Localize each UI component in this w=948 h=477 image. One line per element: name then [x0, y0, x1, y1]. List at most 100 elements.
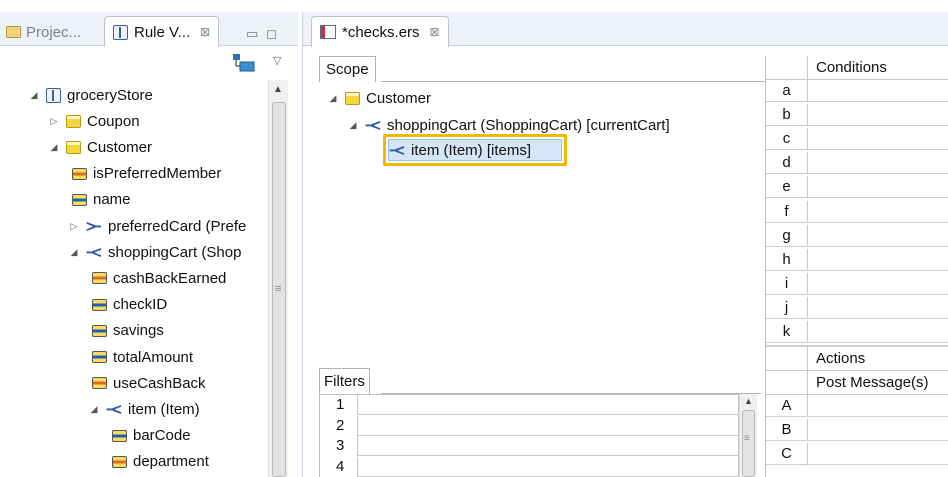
tree-node-label: barCode: [133, 427, 191, 445]
vocabulary-tree-node[interactable]: department: [112, 450, 209, 474]
condition-row[interactable]: e: [766, 176, 948, 199]
attribute-blue-icon: [92, 324, 107, 337]
scrollbar-thumb[interactable]: ≡: [742, 410, 755, 477]
filter-row[interactable]: 3: [320, 436, 740, 456]
tab-checks-ers[interactable]: *checks.ers ⊠: [311, 16, 449, 47]
filters-grid: 1234: [319, 394, 740, 477]
vocabulary-tree-node[interactable]: totalAmount: [92, 345, 193, 369]
action-row[interactable]: C: [766, 443, 948, 465]
tree-scrollbar[interactable]: ▲ ≡: [268, 80, 288, 477]
tab-rule-vocabulary-label: Rule V...: [134, 23, 191, 41]
filter-row-number: 3: [320, 436, 358, 456]
scope-node-selected[interactable]: −< item (Item) [items]: [389, 138, 531, 162]
vocabulary-tree-node[interactable]: ◢ Customer: [48, 135, 153, 159]
action-row-label: A: [766, 395, 808, 417]
tree-node-label: groceryStore: [67, 86, 153, 104]
filters-scrollbar[interactable]: ▲ ≡: [739, 394, 757, 477]
condition-row[interactable]: c: [766, 128, 948, 151]
expanded-triangle-icon[interactable]: ◢: [28, 90, 40, 101]
filters-tab[interactable]: Filters: [319, 368, 370, 394]
action-row-label: B: [766, 419, 808, 441]
collapsed-triangle-icon[interactable]: ▷: [48, 116, 60, 127]
action-row[interactable]: A: [766, 395, 948, 417]
attribute-orange-icon: [112, 455, 127, 468]
rule-vocabulary-panel: Projec... Rule V... ⊠ ▭ ◻ ▽ ◢ groceryStor…: [0, 0, 298, 477]
vocabulary-tree-node[interactable]: checkID: [92, 293, 167, 317]
attribute-orange-icon: [92, 272, 107, 285]
vocabulary-tree-node[interactable]: ◢ −< item (Item): [88, 397, 200, 421]
tree-node-label: department: [133, 453, 209, 471]
filter-row-number: 4: [320, 456, 358, 477]
close-icon[interactable]: ⊠: [200, 25, 210, 39]
condition-row[interactable]: k: [766, 321, 948, 343]
vocabulary-tree-node[interactable]: cashBackEarned: [92, 266, 226, 290]
vocabulary-tree-node[interactable]: ▷ >− preferredCard (Prefe: [68, 214, 247, 238]
vocabulary-tree-node[interactable]: ◢ groceryStore: [28, 83, 153, 107]
view-menu-icon[interactable]: ▽: [273, 54, 281, 67]
tree-node-label: preferredCard (Prefe: [108, 217, 247, 235]
close-icon[interactable]: ⊠: [430, 25, 440, 39]
tab-project-explorer[interactable]: Projec...: [6, 18, 81, 46]
association-many-icon: −<: [86, 242, 102, 262]
condition-row[interactable]: i: [766, 272, 948, 295]
editor-tab-bar: *checks.ers ⊠: [303, 12, 948, 47]
scrollbar-grip-icon: ≡: [275, 283, 282, 295]
condition-row[interactable]: a: [766, 80, 948, 102]
tab-project-label: Projec...: [26, 23, 82, 41]
conditions-actions-grid: Conditions abcdefghijk Actions Post Mess…: [765, 56, 948, 477]
scrollbar-grip-icon: ≡: [744, 433, 750, 444]
scope-node[interactable]: ◢ −< shoppingCart (ShoppingCart) [currentC…: [347, 113, 670, 137]
expanded-triangle-icon[interactable]: ◢: [327, 93, 339, 104]
scope-tab[interactable]: Scope: [319, 56, 376, 82]
filter-row[interactable]: 2: [320, 415, 740, 436]
tab-rule-vocabulary[interactable]: Rule V... ⊠: [104, 16, 220, 47]
condition-row-label: b: [766, 104, 808, 127]
association-many-icon: −<: [389, 140, 405, 160]
post-messages-header: Post Message(s): [808, 371, 948, 395]
condition-row[interactable]: g: [766, 224, 948, 247]
association-one-icon: >−: [86, 216, 102, 236]
condition-row-label: j: [766, 296, 808, 319]
vocabulary-tree-node[interactable]: isPreferredMember: [72, 162, 221, 186]
attribute-blue-icon: [112, 429, 127, 442]
condition-row[interactable]: h: [766, 248, 948, 271]
expanded-triangle-icon[interactable]: ◢: [48, 142, 60, 153]
vocabulary-tree-node[interactable]: useCashBack: [92, 371, 206, 395]
condition-row-label: f: [766, 200, 808, 223]
condition-row[interactable]: d: [766, 152, 948, 175]
vocabulary-tree-node[interactable]: ◢ −< shoppingCart (Shop: [68, 240, 242, 264]
expanded-triangle-icon[interactable]: ◢: [88, 404, 100, 415]
condition-row[interactable]: b: [766, 104, 948, 127]
scroll-up-arrow-icon[interactable]: ▲: [273, 84, 283, 95]
rulesheet-editor: *checks.ers ⊠ Scope ◢ Customer ◢ −< shopping…: [302, 12, 948, 477]
grid-corner-cell: [766, 347, 808, 371]
vocabulary-tree-node[interactable]: name: [72, 188, 131, 212]
action-row[interactable]: B: [766, 419, 948, 441]
maximize-icon[interactable]: ◻: [266, 26, 277, 42]
vocabulary-tree-node[interactable]: savings: [92, 319, 164, 343]
vocabulary-tree-node[interactable]: barCode: [112, 424, 191, 448]
filter-row[interactable]: 4: [320, 456, 740, 477]
scroll-up-arrow-icon[interactable]: ▲: [744, 396, 753, 406]
condition-row-label: k: [766, 321, 808, 343]
editor-tab-label: *checks.ers: [342, 23, 420, 41]
vocabulary-icon: [46, 87, 61, 103]
scrollbar-thumb[interactable]: ≡: [272, 102, 286, 477]
filter-row[interactable]: 1: [320, 395, 740, 415]
minimize-icon[interactable]: ▭: [246, 26, 258, 42]
tree-node-label: item (Item): [128, 400, 200, 418]
expanded-triangle-icon[interactable]: ◢: [347, 120, 359, 131]
tree-node-label: cashBackEarned: [113, 269, 227, 287]
condition-row[interactable]: f: [766, 200, 948, 223]
condition-row[interactable]: j: [766, 296, 948, 319]
expanded-triangle-icon[interactable]: ◢: [68, 247, 80, 258]
scope-node-label: shoppingCart (ShoppingCart) [currentCart…: [387, 116, 670, 134]
association-many-icon: −<: [106, 399, 122, 419]
condition-row-label: e: [766, 176, 808, 199]
vocabulary-tree-node[interactable]: ▷ Coupon: [48, 109, 140, 133]
scope-node[interactable]: ◢ Customer: [327, 86, 432, 110]
condition-row-label: c: [766, 128, 808, 151]
link-with-editor-icon[interactable]: [233, 54, 255, 72]
collapsed-triangle-icon[interactable]: ▷: [68, 221, 80, 232]
scope-node-label: Customer: [366, 89, 432, 107]
